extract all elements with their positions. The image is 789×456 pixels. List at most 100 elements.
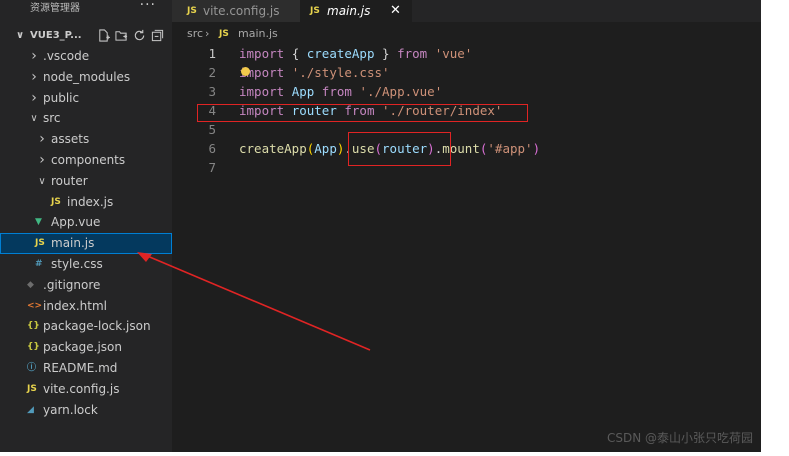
tab-label: main.js [327,4,371,18]
tree-file[interactable]: JS main.js [0,233,172,255]
tree-item-label: .gitignore [43,277,101,292]
annotation-box-import-router [197,104,528,122]
tree-item-label: assets [51,132,90,147]
code-token: import [239,46,292,61]
explorer-title: 资源管理器 [30,3,80,14]
annotation-box-use-router [348,132,451,166]
chevron-right-icon: › [39,131,45,148]
tree-file[interactable]: ▼ App.vue [0,212,172,233]
tree-file[interactable]: JS index.js [0,192,172,213]
tree-file[interactable]: JS vite.config.js [0,379,172,400]
tree-item-label: style.css [51,257,103,271]
tree-file[interactable]: {} package-lock.json [0,316,172,337]
tree-item-label: router [51,173,88,188]
tree-file[interactable]: <> index.html [0,296,172,317]
code-token: { [291,46,307,61]
explorer-header: 资源管理器 ··· [0,0,172,17]
line-number: 5 [208,122,216,137]
tree-folder[interactable]: › assets [0,129,172,150]
tree-item-label: package.json [43,340,123,355]
git-file-icon: ◆ [27,279,34,290]
css-file-icon: # [35,259,43,269]
tree-folder[interactable]: ∨ src [0,108,172,129]
code-token: App [314,141,337,156]
line-number: 6 [208,141,216,156]
tree-file[interactable]: ⓘ README.md [0,358,172,379]
yarn-file-icon: ◢ [27,404,34,415]
code-token: ) [532,141,541,156]
chevron-down-icon: ∨ [30,113,38,125]
js-file-icon: JS [27,383,37,394]
code-text: import App from './App.vue' [239,82,442,101]
chevron-right-icon: › [39,152,45,168]
json-file-icon: {} [27,342,40,353]
json-file-icon: {} [27,321,40,332]
tab-main-js[interactable]: JS main.js ✕ [300,0,412,22]
tree-item-label: App.vue [51,215,101,230]
line-number: 3 [208,84,216,99]
lightbulb-icon[interactable] [241,67,250,76]
close-icon[interactable]: ✕ [390,0,401,22]
info-file-icon: ⓘ [27,363,37,373]
code-text: import './style.css' [239,63,390,82]
tree-item-label: node_modules [43,69,131,84]
explorer-actions [97,26,164,42]
code-token: import [239,84,292,99]
collapse-all-icon[interactable] [151,29,164,42]
tree-file[interactable]: # style.css [0,254,172,275]
js-file-icon: JS [51,196,61,207]
tree-item-label: .vscode [43,49,90,63]
chevron-right-icon: › [31,48,37,64]
chevron-down-icon: ∨ [38,175,46,187]
js-file-icon: JS [219,29,229,39]
new-folder-icon[interactable] [115,29,128,42]
code-token: '#app' [487,141,533,156]
tree-folder[interactable]: › .vscode [0,46,172,67]
tree-item-label: public [43,90,80,105]
code-token: App [291,84,322,99]
tree-folder[interactable]: › node_modules [0,67,172,88]
vue-file-icon: ▼ [35,217,42,228]
watermark: CSDN @泰山小张只吃荷园 [606,431,753,445]
chevron-down-icon: ∨ [16,30,25,41]
more-actions-icon[interactable]: ··· [140,0,156,14]
line-number: 2 [208,65,216,80]
code-token: } [374,46,398,61]
code-token: from [397,46,435,61]
js-file-icon: JS [187,6,197,16]
tree-folder[interactable]: › public [0,88,172,109]
tree-item-label: yarn.lock [43,402,98,417]
chevron-right-icon: › [205,27,210,40]
code-text: import { createApp } from 'vue' [239,44,472,63]
breadcrumb-folder[interactable]: src [187,25,203,43]
line-number: 7 [208,160,216,175]
tree-folder[interactable]: › components [0,150,172,171]
code-token: from [321,84,360,99]
code-token: 'vue' [434,46,473,61]
tree-file[interactable]: ◢ yarn.lock [0,400,172,421]
tree-item-label: main.js [51,236,95,251]
tree-file[interactable]: ◆ .gitignore [0,275,172,296]
project-root[interactable]: ∨ VUE3_P... [0,26,172,46]
tree-item-label: vite.config.js [43,381,120,396]
html-file-icon: <> [27,300,43,311]
tree-folder[interactable]: ∨ router [0,171,172,192]
js-file-icon: JS [35,238,45,249]
code-token: './App.vue' [359,84,443,99]
tree-item-label: components [51,153,126,167]
tree-file[interactable]: {} package.json [0,337,172,358]
tree-item-label: README.md [43,361,118,375]
refresh-icon[interactable] [133,29,146,42]
tree-item-label: package-lock.json [43,319,151,334]
tree-item-label: src [43,111,61,126]
tab-vite-config[interactable]: JS vite.config.js [172,0,300,22]
js-file-icon: JS [310,6,320,16]
code-token: createApp [239,141,307,156]
editor-tabs: JS vite.config.js JS main.js ✕ [172,0,761,22]
chevron-right-icon: › [31,89,37,106]
breadcrumb-file[interactable]: main.js [238,25,278,43]
line-number: 1 [208,46,216,61]
new-file-icon[interactable] [97,29,110,42]
explorer-sidebar: 资源管理器 ··· ∨ VUE3_P... › .vscode › node_modu… [0,0,172,452]
tab-label: vite.config.js [203,4,280,18]
